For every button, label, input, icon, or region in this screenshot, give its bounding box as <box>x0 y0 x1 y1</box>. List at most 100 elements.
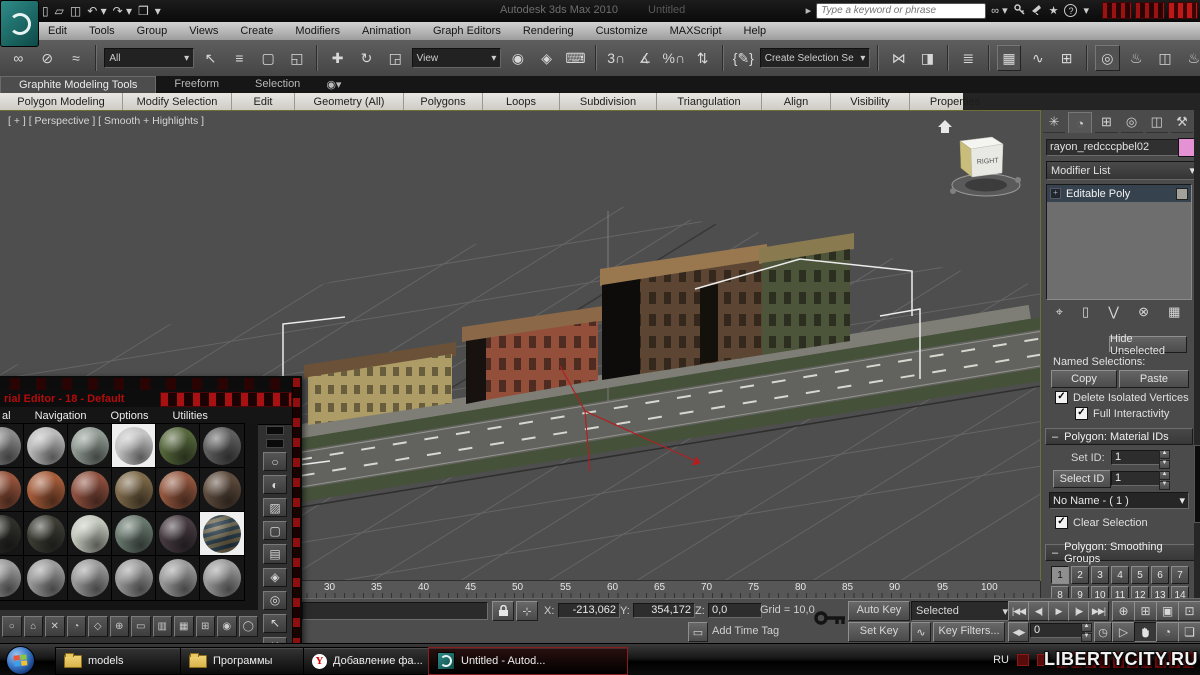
bind-to-spacewarp-icon[interactable]: ≈ <box>64 45 89 71</box>
mirror-icon[interactable]: ⋈ <box>886 45 911 71</box>
open-file-icon[interactable]: ▱ <box>55 4 64 18</box>
selection-lock-icon[interactable] <box>492 601 514 621</box>
save-file-icon[interactable]: ◫ <box>70 4 81 18</box>
undo-icon[interactable]: ↶ ▾ <box>87 4 106 18</box>
zoom-extents-all-icon[interactable]: ⊡ <box>1178 601 1200 621</box>
x-coord-field[interactable]: -213,062 <box>558 603 620 618</box>
sample-uv-tiling-icon[interactable]: ▢ <box>263 521 287 540</box>
material-slot[interactable] <box>156 424 200 468</box>
schematic-view-icon[interactable]: ⊞ <box>1054 45 1079 71</box>
angle-snap-icon[interactable]: ∡ <box>633 45 658 71</box>
reset-map-icon[interactable]: ◔ <box>67 616 87 637</box>
pan-hand-icon[interactable] <box>1134 622 1157 642</box>
material-slot[interactable] <box>112 468 156 512</box>
use-pivot-point-icon[interactable]: ◉ <box>505 45 530 71</box>
copy-button[interactable]: Copy <box>1051 370 1117 388</box>
modify-tab-icon[interactable]: ◔ <box>1068 112 1092 133</box>
maximize-button[interactable] <box>1135 2 1165 19</box>
spinner-snap-icon[interactable]: ⇅ <box>690 45 715 71</box>
menu-help[interactable]: Help <box>744 25 767 37</box>
subtab-triangulation[interactable]: Triangulation <box>657 93 762 110</box>
show-map-in-viewport-icon[interactable]: ▥ <box>153 616 173 637</box>
select-object-icon[interactable]: ↖ <box>198 45 223 71</box>
help-dropdown-icon[interactable]: ▾ <box>1083 4 1089 17</box>
material-slot[interactable] <box>112 512 156 556</box>
new-file-icon[interactable]: ▯ <box>42 4 49 18</box>
select-by-material-icon[interactable]: ↖ <box>263 614 287 633</box>
menu-modifiers[interactable]: Modifiers <box>295 25 340 37</box>
orbit-icon[interactable]: ◔ <box>1156 622 1179 642</box>
maximize-viewport-icon[interactable]: ❏ <box>1178 622 1200 642</box>
time-configuration-icon[interactable]: ◷ <box>1094 622 1112 642</box>
select-id-field[interactable]: 1 <box>1111 471 1161 486</box>
material-slot[interactable] <box>156 556 200 600</box>
set-keys-key-icon[interactable] <box>814 608 848 631</box>
previous-frame-button[interactable]: ◀| <box>1028 601 1049 621</box>
menu-rendering[interactable]: Rendering <box>523 25 574 37</box>
minimize-button[interactable] <box>1102 2 1132 19</box>
ribbon-tab-graphite[interactable]: Graphite Modeling Tools <box>0 76 156 93</box>
pick-material-icon[interactable]: ◯ <box>239 616 259 637</box>
select-by-name-icon[interactable]: ≡ <box>227 45 252 71</box>
curve-editor-icon[interactable]: ∿ <box>1025 45 1050 71</box>
reference-coordinate-dropdown[interactable]: View▾ <box>412 48 502 68</box>
modifier-stack-item[interactable]: + Editable Poly <box>1047 185 1191 202</box>
modifier-stack[interactable]: + Editable Poly <box>1046 184 1192 300</box>
material-editor-window-buttons[interactable] <box>160 392 292 407</box>
material-slot[interactable] <box>68 468 112 512</box>
subtab-geometry-all[interactable]: Geometry (All) <box>295 93 404 110</box>
key-filters-button[interactable]: Key Filters... <box>933 622 1005 642</box>
material-slot[interactable] <box>24 512 68 556</box>
taskbar-button-browser[interactable]: Y Добавление фа... <box>303 647 441 675</box>
remove-modifier-icon[interactable]: ⊗ <box>1138 304 1149 320</box>
taskbar-button-models[interactable]: models <box>55 647 193 675</box>
select-and-scale-icon[interactable]: ◲ <box>383 45 408 71</box>
add-time-tag-label[interactable]: Add Time Tag <box>712 625 779 637</box>
material-slot[interactable] <box>68 424 112 468</box>
material-slot[interactable] <box>200 556 244 600</box>
me-menu-material[interactable]: al <box>2 410 11 422</box>
drag-mode-icon[interactable] <box>266 439 284 448</box>
make-preview-icon[interactable]: ◈ <box>263 568 287 587</box>
go-to-start-button[interactable]: |◀◀ <box>1008 601 1029 621</box>
align-icon[interactable]: ◨ <box>915 45 940 71</box>
material-editor-window[interactable]: rial Editor - 18 - Default al Navigation… <box>0 376 302 675</box>
next-frame-button[interactable]: |▶ <box>1068 601 1089 621</box>
subscription-key-icon[interactable] <box>1014 4 1025 18</box>
material-slot[interactable] <box>112 556 156 600</box>
rectangular-selection-region-icon[interactable]: ▢ <box>256 45 281 71</box>
subtab-visibility[interactable]: Visibility <box>831 93 910 110</box>
zoom-extents-icon[interactable]: ▣ <box>1156 601 1179 621</box>
render-production-icon[interactable]: ♨ <box>1181 45 1200 71</box>
select-and-link-icon[interactable]: ∞ <box>6 45 31 71</box>
subtab-properties[interactable]: Properties <box>910 93 1000 110</box>
ribbon-tab-selection[interactable]: Selection <box>237 76 318 93</box>
pin-stack-icon[interactable]: ⌖ <box>1056 304 1063 320</box>
viewport-label[interactable]: [ + ] [ Perspective ] [ Smooth + Highlig… <box>8 115 204 127</box>
set-id-spinner[interactable]: ▲▼ <box>1159 450 1170 469</box>
show-end-result-icon[interactable]: ▯ <box>1082 304 1089 320</box>
qat-customize-icon[interactable]: ▾ <box>155 4 161 18</box>
window-crossing-icon[interactable]: ◱ <box>285 45 310 71</box>
taskbar-button-programs[interactable]: Программы <box>180 647 316 675</box>
key-mode-dropdown[interactable]: Selected▾ <box>911 601 1013 621</box>
material-slot-active[interactable] <box>200 512 244 556</box>
close-button[interactable] <box>1168 2 1198 19</box>
select-and-move-icon[interactable]: ✚ <box>325 45 350 71</box>
zoom-all-icon[interactable]: ⊞ <box>1134 601 1157 621</box>
full-interactivity-checkbox[interactable]: ✓Full Interactivity <box>1075 407 1169 420</box>
material-slot-active[interactable] <box>112 424 156 468</box>
material-editor-icon[interactable]: ◎ <box>1095 45 1120 71</box>
show-end-result-icon[interactable]: ▦ <box>174 616 194 637</box>
object-color-swatch[interactable] <box>1178 138 1195 157</box>
infocenter-collapse-icon[interactable]: ▸ <box>806 4 812 17</box>
key-mode-toggle-icon[interactable]: ◀▶ <box>1008 622 1029 642</box>
selection-filter-dropdown[interactable]: All▾ <box>104 48 194 68</box>
subtab-subdivision[interactable]: Subdivision <box>560 93 657 110</box>
favorites-star-icon[interactable]: ★ <box>1049 4 1059 17</box>
options-icon[interactable]: ◎ <box>263 591 287 610</box>
communication-center-icon[interactable] <box>1031 4 1043 18</box>
ribbon-tab-freeform[interactable]: Freeform <box>156 76 237 93</box>
sg-button-1[interactable]: 1 <box>1051 566 1069 584</box>
sg-button-3[interactable]: 3 <box>1091 566 1109 584</box>
